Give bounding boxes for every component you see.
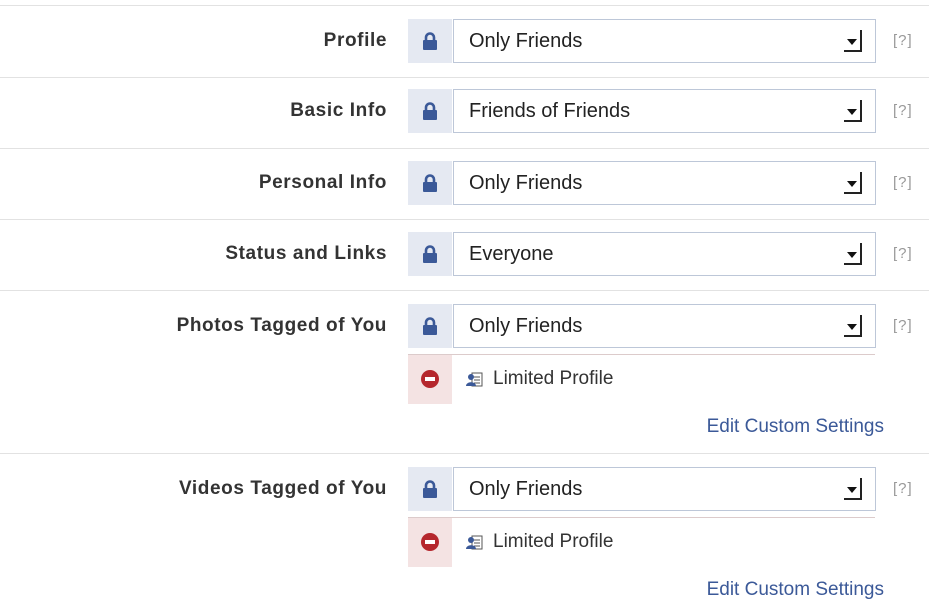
divider xyxy=(0,453,929,454)
exception-entry: Limited Profile xyxy=(466,517,613,567)
divider xyxy=(0,77,929,78)
deny-icon xyxy=(408,517,452,567)
help-link[interactable]: [?] xyxy=(893,89,913,133)
divider xyxy=(0,5,929,6)
privacy-row-photos-tagged: Photos Tagged of You Only Friends [?] xyxy=(0,304,929,348)
select-value: Only Friends xyxy=(469,30,583,52)
privacy-row-basic-info: Basic Info Friends of Friends [?] xyxy=(0,89,929,133)
select-value: Everyone xyxy=(469,243,554,265)
help-link[interactable]: [?] xyxy=(893,19,913,63)
select-value: Only Friends xyxy=(469,172,583,194)
setting-label: Status and Links xyxy=(225,243,387,264)
setting-label: Photos Tagged of You xyxy=(176,315,387,336)
privacy-select-videos-tagged[interactable]: Only Friends xyxy=(453,467,876,511)
setting-label: Basic Info xyxy=(290,100,387,121)
select-value: Friends of Friends xyxy=(469,100,631,122)
lock-icon xyxy=(408,304,452,348)
privacy-row-profile: Profile Only Friends [?] xyxy=(0,19,929,63)
help-link[interactable]: [?] xyxy=(893,304,913,348)
help-link[interactable]: [?] xyxy=(893,232,913,276)
exception-row: Limited Profile xyxy=(408,354,875,404)
lock-icon xyxy=(408,232,452,276)
lock-icon xyxy=(408,467,452,511)
exception-label: Limited Profile xyxy=(493,531,614,552)
chevron-down-icon[interactable] xyxy=(844,30,862,52)
chevron-down-icon[interactable] xyxy=(844,478,862,500)
setting-label: Personal Info xyxy=(258,172,387,193)
deny-icon xyxy=(421,533,439,551)
lock-icon xyxy=(408,89,452,133)
chevron-down-icon[interactable] xyxy=(844,172,862,194)
exception-entry: Limited Profile xyxy=(466,354,613,404)
deny-icon xyxy=(421,370,439,388)
edit-custom-settings-link[interactable]: Edit Custom Settings xyxy=(707,416,884,438)
help-link[interactable]: [?] xyxy=(893,161,913,205)
divider xyxy=(0,148,929,149)
divider xyxy=(0,219,929,220)
deny-icon xyxy=(408,354,452,404)
chevron-down-icon[interactable] xyxy=(844,100,862,122)
setting-label: Profile xyxy=(323,30,387,51)
setting-label: Videos Tagged of You xyxy=(178,478,387,499)
edit-custom-settings-link[interactable]: Edit Custom Settings xyxy=(707,579,884,601)
exception-row: Limited Profile xyxy=(408,517,875,567)
chevron-down-icon[interactable] xyxy=(844,243,862,265)
privacy-select-photos-tagged[interactable]: Only Friends xyxy=(453,304,876,348)
help-link[interactable]: [?] xyxy=(893,467,913,511)
privacy-row-personal-info: Personal Info Only Friends [?] xyxy=(0,161,929,205)
lock-icon xyxy=(408,19,452,63)
friend-list-icon xyxy=(466,535,483,549)
lock-icon xyxy=(408,161,452,205)
privacy-select-status-links[interactable]: Everyone xyxy=(453,232,876,276)
privacy-row-status-links: Status and Links Everyone [?] xyxy=(0,232,929,276)
chevron-down-icon[interactable] xyxy=(844,315,862,337)
select-value: Only Friends xyxy=(469,478,583,500)
divider xyxy=(0,290,929,291)
privacy-row-videos-tagged: Videos Tagged of You Only Friends [?] xyxy=(0,467,929,511)
privacy-select-basic-info[interactable]: Friends of Friends xyxy=(453,89,876,133)
privacy-select-personal-info[interactable]: Only Friends xyxy=(453,161,876,205)
exception-label: Limited Profile xyxy=(493,368,614,389)
privacy-select-profile[interactable]: Only Friends xyxy=(453,19,876,63)
select-value: Only Friends xyxy=(469,315,583,337)
friend-list-icon xyxy=(466,372,483,386)
